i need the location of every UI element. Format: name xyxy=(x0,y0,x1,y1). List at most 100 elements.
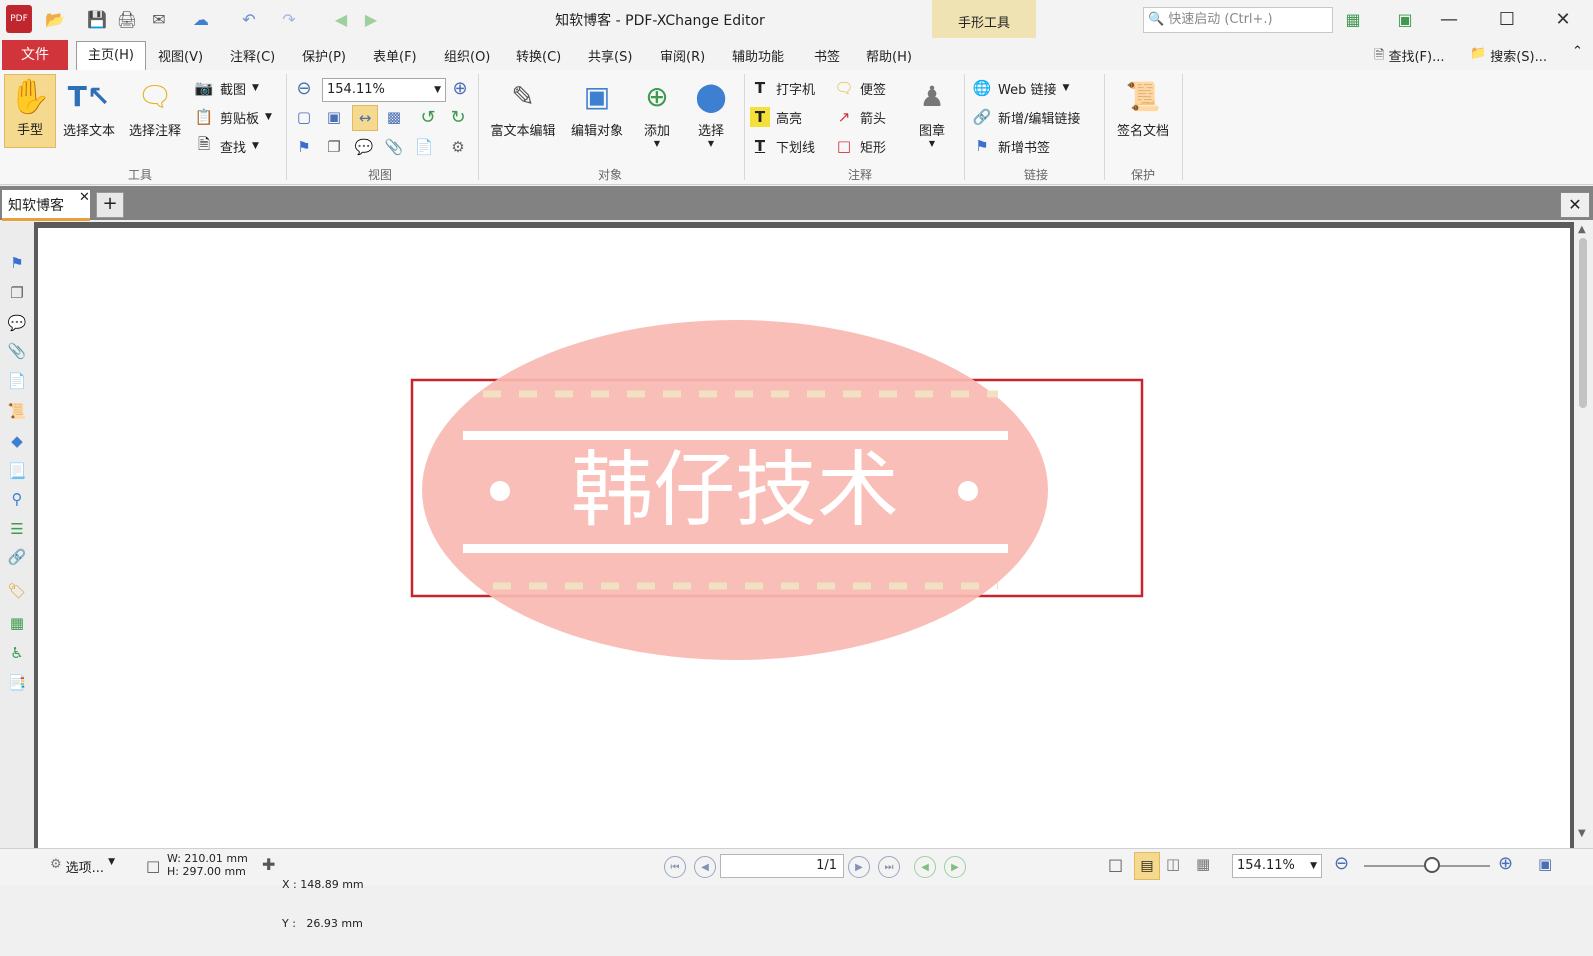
find-tool-button[interactable]: 🗎 查找 ▼ xyxy=(194,135,259,156)
typewriter-button[interactable]: T 打字机 xyxy=(750,78,815,98)
sticky-note-button[interactable]: 🗨 便签 xyxy=(834,78,886,98)
menu-organize[interactable]: 组织(O) xyxy=(444,46,490,65)
menu-view[interactable]: 视图(V) xyxy=(158,46,203,65)
zoom-slider-thumb[interactable] xyxy=(1424,857,1440,873)
two-page-icon[interactable]: ◫ xyxy=(1166,855,1180,873)
signatures-pane-icon[interactable]: 📜 xyxy=(6,400,28,422)
pdf-page[interactable]: 韩仔技术 xyxy=(38,228,1570,848)
underline-button[interactable]: T 下划线 xyxy=(750,136,815,156)
properties-icon[interactable]: 📄 xyxy=(414,137,434,157)
add-button[interactable]: ⊕ 添加 ▼ xyxy=(632,76,682,149)
sign-document-button[interactable]: 📜 签名文档 xyxy=(1108,76,1178,140)
stamp-label: 图章 xyxy=(918,124,945,139)
quick-launch-input[interactable]: 🔍 快速启动 (Ctrl+.) xyxy=(1143,7,1333,33)
next-page-icon[interactable]: ▶ xyxy=(848,856,870,878)
clipboard-button[interactable]: 📋 剪贴板 ▼ xyxy=(194,107,272,127)
fullscreen-view-icon[interactable]: ▣ xyxy=(1538,855,1552,873)
collapse-ribbon-icon[interactable]: ⌃ xyxy=(1572,44,1583,59)
layers-pane-icon[interactable]: ◆ xyxy=(6,430,28,452)
destinations-pane-icon[interactable]: ⚲ xyxy=(6,488,28,510)
previous-page-icon[interactable]: ◀ xyxy=(694,856,716,878)
web-links-button[interactable]: 🌐 Web 链接 ▼ xyxy=(972,78,1070,98)
select-object-button[interactable]: ⬤ 选择 ▼ xyxy=(686,76,736,149)
stamp-button[interactable]: ♟ 图章 ▼ xyxy=(906,76,958,149)
bookmarks-pane-icon[interactable]: ⚑ xyxy=(6,252,28,274)
add-edit-link-button[interactable]: 🔗 新增/编辑链接 xyxy=(972,107,1081,127)
snapshot-button[interactable]: 📷 截图 ▼ xyxy=(194,78,259,98)
customize-icon[interactable]: ▦ xyxy=(1342,8,1364,30)
fields-pane-icon[interactable]: 📑 xyxy=(6,672,28,694)
comments-icon[interactable]: 💬 xyxy=(354,137,374,157)
zoom-in-icon[interactable]: ⊕ xyxy=(450,78,470,99)
find-button[interactable]: 🗎 查找(F)... xyxy=(1374,46,1444,68)
bookmark-icon[interactable]: ⚑ xyxy=(294,137,314,157)
scrollbar-thumb[interactable] xyxy=(1579,238,1587,408)
select-annotation-button[interactable]: 🗨 选择注释 xyxy=(124,76,186,140)
options-button[interactable]: ⚙ 选项... ▼ xyxy=(50,857,115,876)
highlight-button[interactable]: T 高亮 xyxy=(750,107,802,127)
edit-object-button[interactable]: ▣ 编辑对象 xyxy=(564,76,630,140)
rotate-left-icon[interactable]: ↺ xyxy=(418,107,438,128)
chevron-down-icon: ▼ xyxy=(108,857,115,867)
document-tab[interactable]: 知软博客 ✕ xyxy=(2,190,90,221)
next-view-icon[interactable]: ▶ xyxy=(944,856,966,878)
order-pane-icon[interactable]: ▦ xyxy=(6,612,28,634)
fit-page-icon[interactable]: ▣ xyxy=(324,107,344,127)
rotate-right-icon[interactable]: ↻ xyxy=(448,107,468,128)
continuous-page-icon[interactable]: ▤ xyxy=(1134,852,1160,880)
add-bookmark-button[interactable]: ⚑ 新增书签 xyxy=(972,136,1050,156)
attachment-icon[interactable]: 📎 xyxy=(384,137,404,157)
zoom-out-icon[interactable]: ⊖ xyxy=(294,78,314,99)
rectangle-button[interactable]: □ 矩形 xyxy=(834,136,886,156)
attachments-pane-icon[interactable]: 📎 xyxy=(6,340,28,362)
last-page-icon[interactable]: ⏭ xyxy=(878,856,900,878)
settings-icon[interactable]: ⚙ xyxy=(448,137,468,157)
previous-view-icon[interactable]: ◀ xyxy=(914,856,936,878)
menu-home[interactable]: 主页(H) xyxy=(76,41,146,71)
menu-convert[interactable]: 转换(C) xyxy=(516,46,561,65)
close-tab-icon[interactable]: ✕ xyxy=(79,190,90,205)
menu-comment[interactable]: 注释(C) xyxy=(230,46,275,65)
status-zoom-out-icon[interactable]: ⊖ xyxy=(1334,853,1349,874)
scroll-down-icon[interactable]: ▼ xyxy=(1578,828,1586,839)
page-number-input[interactable]: 1/1 xyxy=(720,854,844,878)
menu-file[interactable]: 文件 xyxy=(2,40,68,70)
structure-pane-icon[interactable]: ☰ xyxy=(6,518,28,540)
fit-visible-icon[interactable]: ▩ xyxy=(384,107,404,127)
menu-accessibility[interactable]: 辅助功能 xyxy=(732,46,784,65)
rich-text-edit-button[interactable]: ✎ 富文本编辑 xyxy=(484,76,562,140)
tags-pane-icon[interactable]: 🏷 xyxy=(6,580,28,602)
menu-review[interactable]: 审阅(R) xyxy=(660,46,705,65)
arrow-button[interactable]: ↗ 箭头 xyxy=(834,107,886,127)
actual-size-icon[interactable]: ▢ xyxy=(294,107,314,127)
minimize-button[interactable]: — xyxy=(1426,4,1472,34)
close-window-button[interactable]: ✕ xyxy=(1540,4,1586,34)
scroll-up-icon[interactable]: ▲ xyxy=(1578,224,1586,235)
first-page-icon[interactable]: ⏮ xyxy=(664,856,686,878)
fit-width-icon[interactable]: ↔ xyxy=(352,105,378,131)
hand-tool-button[interactable]: ✋ 手型 xyxy=(4,74,56,148)
fullscreen-icon[interactable]: ▣ xyxy=(1394,8,1416,30)
links-pane-icon[interactable]: 🔗 xyxy=(6,546,28,568)
content-pane-icon[interactable]: 📃 xyxy=(6,460,28,482)
menu-help[interactable]: 帮助(H) xyxy=(866,46,912,65)
comments-pane-icon[interactable]: 💬 xyxy=(6,312,28,334)
properties-pane-icon[interactable]: 📄 xyxy=(6,370,28,392)
status-zoom-in-icon[interactable]: ⊕ xyxy=(1498,853,1513,874)
new-tab-button[interactable]: + xyxy=(96,192,124,218)
menu-bookmarks[interactable]: 书签 xyxy=(814,46,840,65)
maximize-button[interactable]: ☐ xyxy=(1484,4,1530,34)
status-zoom-combo[interactable]: 154.11% ▼ xyxy=(1232,854,1322,878)
two-page-continuous-icon[interactable]: ▦ xyxy=(1196,855,1210,873)
search-button[interactable]: 📁 搜索(S)... xyxy=(1470,46,1547,65)
single-page-icon[interactable]: □ xyxy=(1108,855,1123,874)
menu-protect[interactable]: 保护(P) xyxy=(302,46,346,65)
pages-icon[interactable]: ❐ xyxy=(324,137,344,157)
close-document-button[interactable]: ✕ xyxy=(1560,192,1590,218)
menu-form[interactable]: 表单(F) xyxy=(373,46,417,65)
accessibility-pane-icon[interactable]: ♿ xyxy=(6,642,28,664)
select-text-button[interactable]: T↖ 选择文本 xyxy=(58,76,120,140)
thumbnails-pane-icon[interactable]: ❐ xyxy=(6,282,28,304)
zoom-combo[interactable]: 154.11% ▼ xyxy=(322,78,446,102)
menu-share[interactable]: 共享(S) xyxy=(588,46,632,65)
